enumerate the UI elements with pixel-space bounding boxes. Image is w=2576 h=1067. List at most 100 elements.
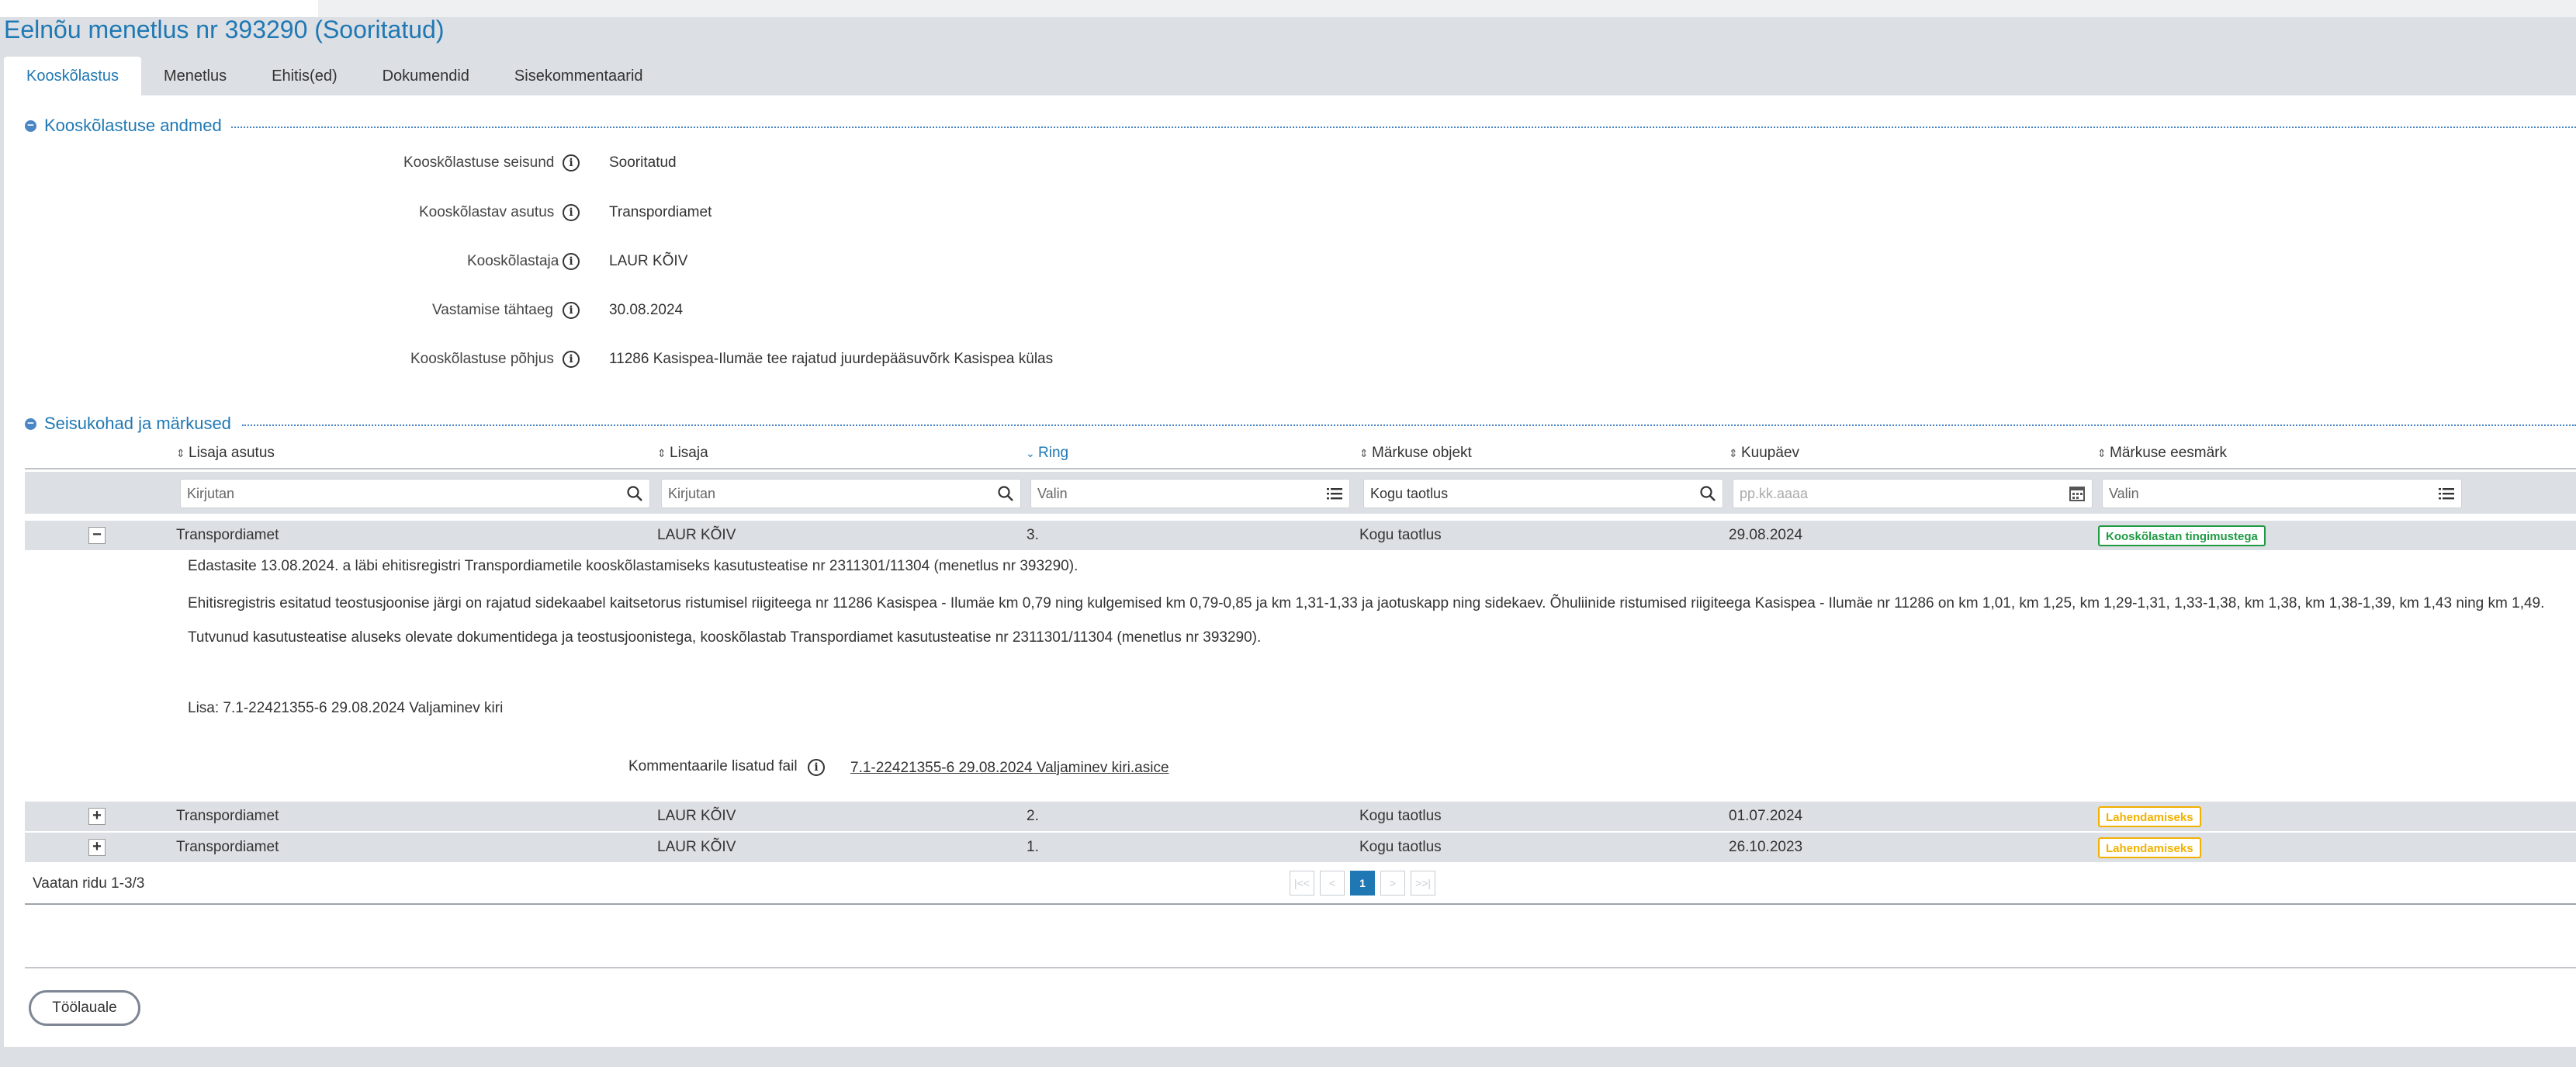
field-kooskolastaja: Kooskõlastaja i LAUR KÕIV — [4, 250, 1245, 273]
search-icon[interactable] — [626, 485, 643, 502]
filter-markuse-eesmark[interactable]: Valin — [2102, 479, 2462, 508]
cell-date: 29.08.2024 — [1729, 527, 1803, 543]
collapse-icon[interactable]: − — [25, 417, 36, 430]
first-page-button[interactable]: |<< — [1290, 871, 1314, 896]
tab-ehitised[interactable]: Ehitis(ed) — [249, 57, 359, 95]
page-title: Eelnõu menetlus nr 393290 (Sooritatud) — [4, 16, 445, 43]
cell-object: Kogu taotlus — [1359, 808, 1442, 824]
filter-lisaja[interactable]: Kirjutan — [661, 479, 1021, 508]
detail-paragraph: Lisa: 7.1-22421355-6 29.08.2024 Valjamin… — [188, 700, 504, 716]
section-title: Kooskõlastuse andmed — [44, 116, 222, 135]
section-kooskolastuse-andmed[interactable]: − Kooskõlastuse andmed — [25, 115, 222, 137]
top-strip — [0, 0, 2576, 17]
field-label: Vastamise tähtaeg — [432, 302, 553, 318]
field-vastamise-tahtaeg: Vastamise tähtaeg i 30.08.2024 — [4, 299, 1245, 322]
search-icon[interactable] — [1699, 485, 1716, 502]
field-kooskolastuse-seisund: Kooskõlastuse seisund i Sooritatud — [4, 151, 1245, 175]
field-value: 30.08.2024 — [609, 302, 684, 318]
detail-paragraph: Ehitisregistris esitatud teostusjoonise … — [188, 595, 2545, 611]
header-rule — [25, 468, 2576, 469]
pagination: |<< < 1 > >>| — [1290, 871, 1435, 896]
filter-lisaja-asutus[interactable]: Kirjutan — [180, 479, 650, 508]
section-divider — [231, 126, 2576, 128]
status-badge: Kooskõlastan tingimustega — [2098, 525, 2266, 546]
section-title: Seisukohad ja märkused — [44, 414, 231, 433]
cell-round: 1. — [1027, 839, 1039, 855]
info-icon[interactable]: i — [563, 253, 580, 270]
cell-author: LAUR KÕIV — [657, 808, 736, 824]
cell-organization: Transpordiamet — [176, 808, 279, 824]
cell-author: LAUR KÕIV — [657, 527, 736, 543]
calendar-icon[interactable] — [2069, 485, 2086, 502]
table-bottom-rule — [25, 903, 2576, 905]
info-icon[interactable]: i — [563, 351, 580, 368]
list-icon[interactable] — [1326, 485, 1343, 502]
cell-object: Kogu taotlus — [1359, 527, 1442, 543]
info-icon[interactable]: i — [563, 204, 580, 221]
cell-organization: Transpordiamet — [176, 839, 279, 855]
table-row[interactable]: − Transpordiamet LAUR KÕIV 3. Kogu taotl… — [25, 521, 2576, 550]
sort-icon: ⇕ — [1729, 447, 1738, 459]
sort-descending-icon: ⌄ — [1026, 447, 1035, 459]
field-value: Sooritatud — [609, 154, 677, 171]
sort-icon: ⇕ — [657, 447, 667, 459]
field-label: Kooskõlastav asutus — [419, 204, 555, 220]
status-badge: Lahendamiseks — [2098, 806, 2201, 827]
cell-organization: Transpordiamet — [176, 527, 279, 543]
search-icon[interactable] — [997, 485, 1014, 502]
column-header-lisaja[interactable]: ⇕ Lisaja — [657, 442, 708, 464]
field-label: Kooskõlastuse seisund — [403, 154, 555, 171]
tab-kooskolastus[interactable]: Kooskõlastus — [4, 57, 141, 95]
filter-row: Kirjutan Kirjutan Valin Kogu taotlus pp.… — [25, 472, 2576, 514]
section-bottom-rule — [25, 967, 2576, 968]
column-header-ring[interactable]: ⌄ Ring — [1026, 442, 1068, 464]
collapse-icon[interactable]: − — [25, 120, 36, 132]
expand-row-icon[interactable]: + — [88, 808, 106, 825]
expand-row-icon[interactable]: + — [88, 839, 106, 856]
field-kooskolastav-asutus: Kooskõlastav asutus i Transpordiamet — [4, 201, 1245, 224]
info-icon[interactable]: i — [808, 759, 825, 776]
tab-dokumendid[interactable]: Dokumendid — [360, 57, 492, 95]
table-row[interactable]: + Transpordiamet LAUR KÕIV 1. Kogu taotl… — [25, 833, 2576, 862]
cell-date: 26.10.2023 — [1729, 839, 1803, 855]
cell-object: Kogu taotlus — [1359, 839, 1442, 855]
filter-ring[interactable]: Valin — [1030, 479, 1350, 508]
sort-icon: ⇕ — [1359, 447, 1369, 459]
section-seisukohad[interactable]: − Seisukohad ja märkused — [25, 413, 231, 435]
field-value: Transpordiamet — [609, 204, 712, 220]
row-count-text: Vaatan ridu 1-3/3 — [33, 875, 145, 892]
tab-menetlus[interactable]: Menetlus — [141, 57, 249, 95]
table-row[interactable]: + Transpordiamet LAUR KÕIV 2. Kogu taotl… — [25, 802, 2576, 831]
column-header-kuupaev[interactable]: ⇕ Kuupäev — [1729, 442, 1799, 464]
back-to-dashboard-button[interactable]: Töölauale — [29, 990, 140, 1026]
page-number-button[interactable]: 1 — [1350, 871, 1375, 896]
cell-date: 01.07.2024 — [1729, 808, 1803, 824]
column-header-markuse-objekt[interactable]: ⇕ Märkuse objekt — [1359, 442, 1472, 464]
detail-paragraph: Edastasite 13.08.2024. a läbi ehitisregi… — [188, 558, 1079, 574]
filter-kuupaev[interactable]: pp.kk.aaaa — [1733, 479, 2093, 508]
field-label: Kooskõlastuse põhjus — [410, 351, 554, 367]
field-value: LAUR KÕIV — [609, 253, 688, 269]
field-label: Kooskõlastaja — [467, 253, 559, 269]
content-panel: − Kooskõlastuse andmed Kooskõlastuse sei… — [4, 95, 2576, 1047]
sort-icon: ⇕ — [176, 447, 185, 459]
prev-page-button[interactable]: < — [1320, 871, 1345, 896]
detail-paragraph: Tutvunud kasutusteatise aluseks olevate … — [188, 629, 1262, 646]
tab-sisekommentaarid[interactable]: Sisekommentaarid — [492, 57, 666, 95]
status-badge: Lahendamiseks — [2098, 837, 2201, 858]
column-header-lisaja-asutus[interactable]: ⇕ Lisaja asutus — [176, 442, 275, 464]
attachment-label: Kommentaarile lisatud fail — [628, 758, 798, 774]
filter-markuse-objekt[interactable]: Kogu taotlus — [1363, 479, 1723, 508]
column-header-markuse-eesmark[interactable]: ⇕ Märkuse eesmärk — [2097, 442, 2227, 464]
sort-icon: ⇕ — [2097, 447, 2107, 459]
tab-bar: Kooskõlastus Menetlus Ehitis(ed) Dokumen… — [4, 57, 666, 95]
next-page-button[interactable]: > — [1380, 871, 1405, 896]
list-icon[interactable] — [2438, 485, 2455, 502]
attachment-link[interactable]: 7.1-22421355-6 29.08.2024 Valjaminev kir… — [850, 757, 1169, 779]
info-icon[interactable]: i — [563, 154, 580, 171]
last-page-button[interactable]: >>| — [1411, 871, 1435, 896]
field-kooskolastuse-pohjus: Kooskõlastuse põhjus i 11286 Kasispea-Il… — [4, 348, 1245, 371]
cell-author: LAUR KÕIV — [657, 839, 736, 855]
collapse-row-icon[interactable]: − — [88, 527, 106, 544]
info-icon[interactable]: i — [563, 302, 580, 319]
